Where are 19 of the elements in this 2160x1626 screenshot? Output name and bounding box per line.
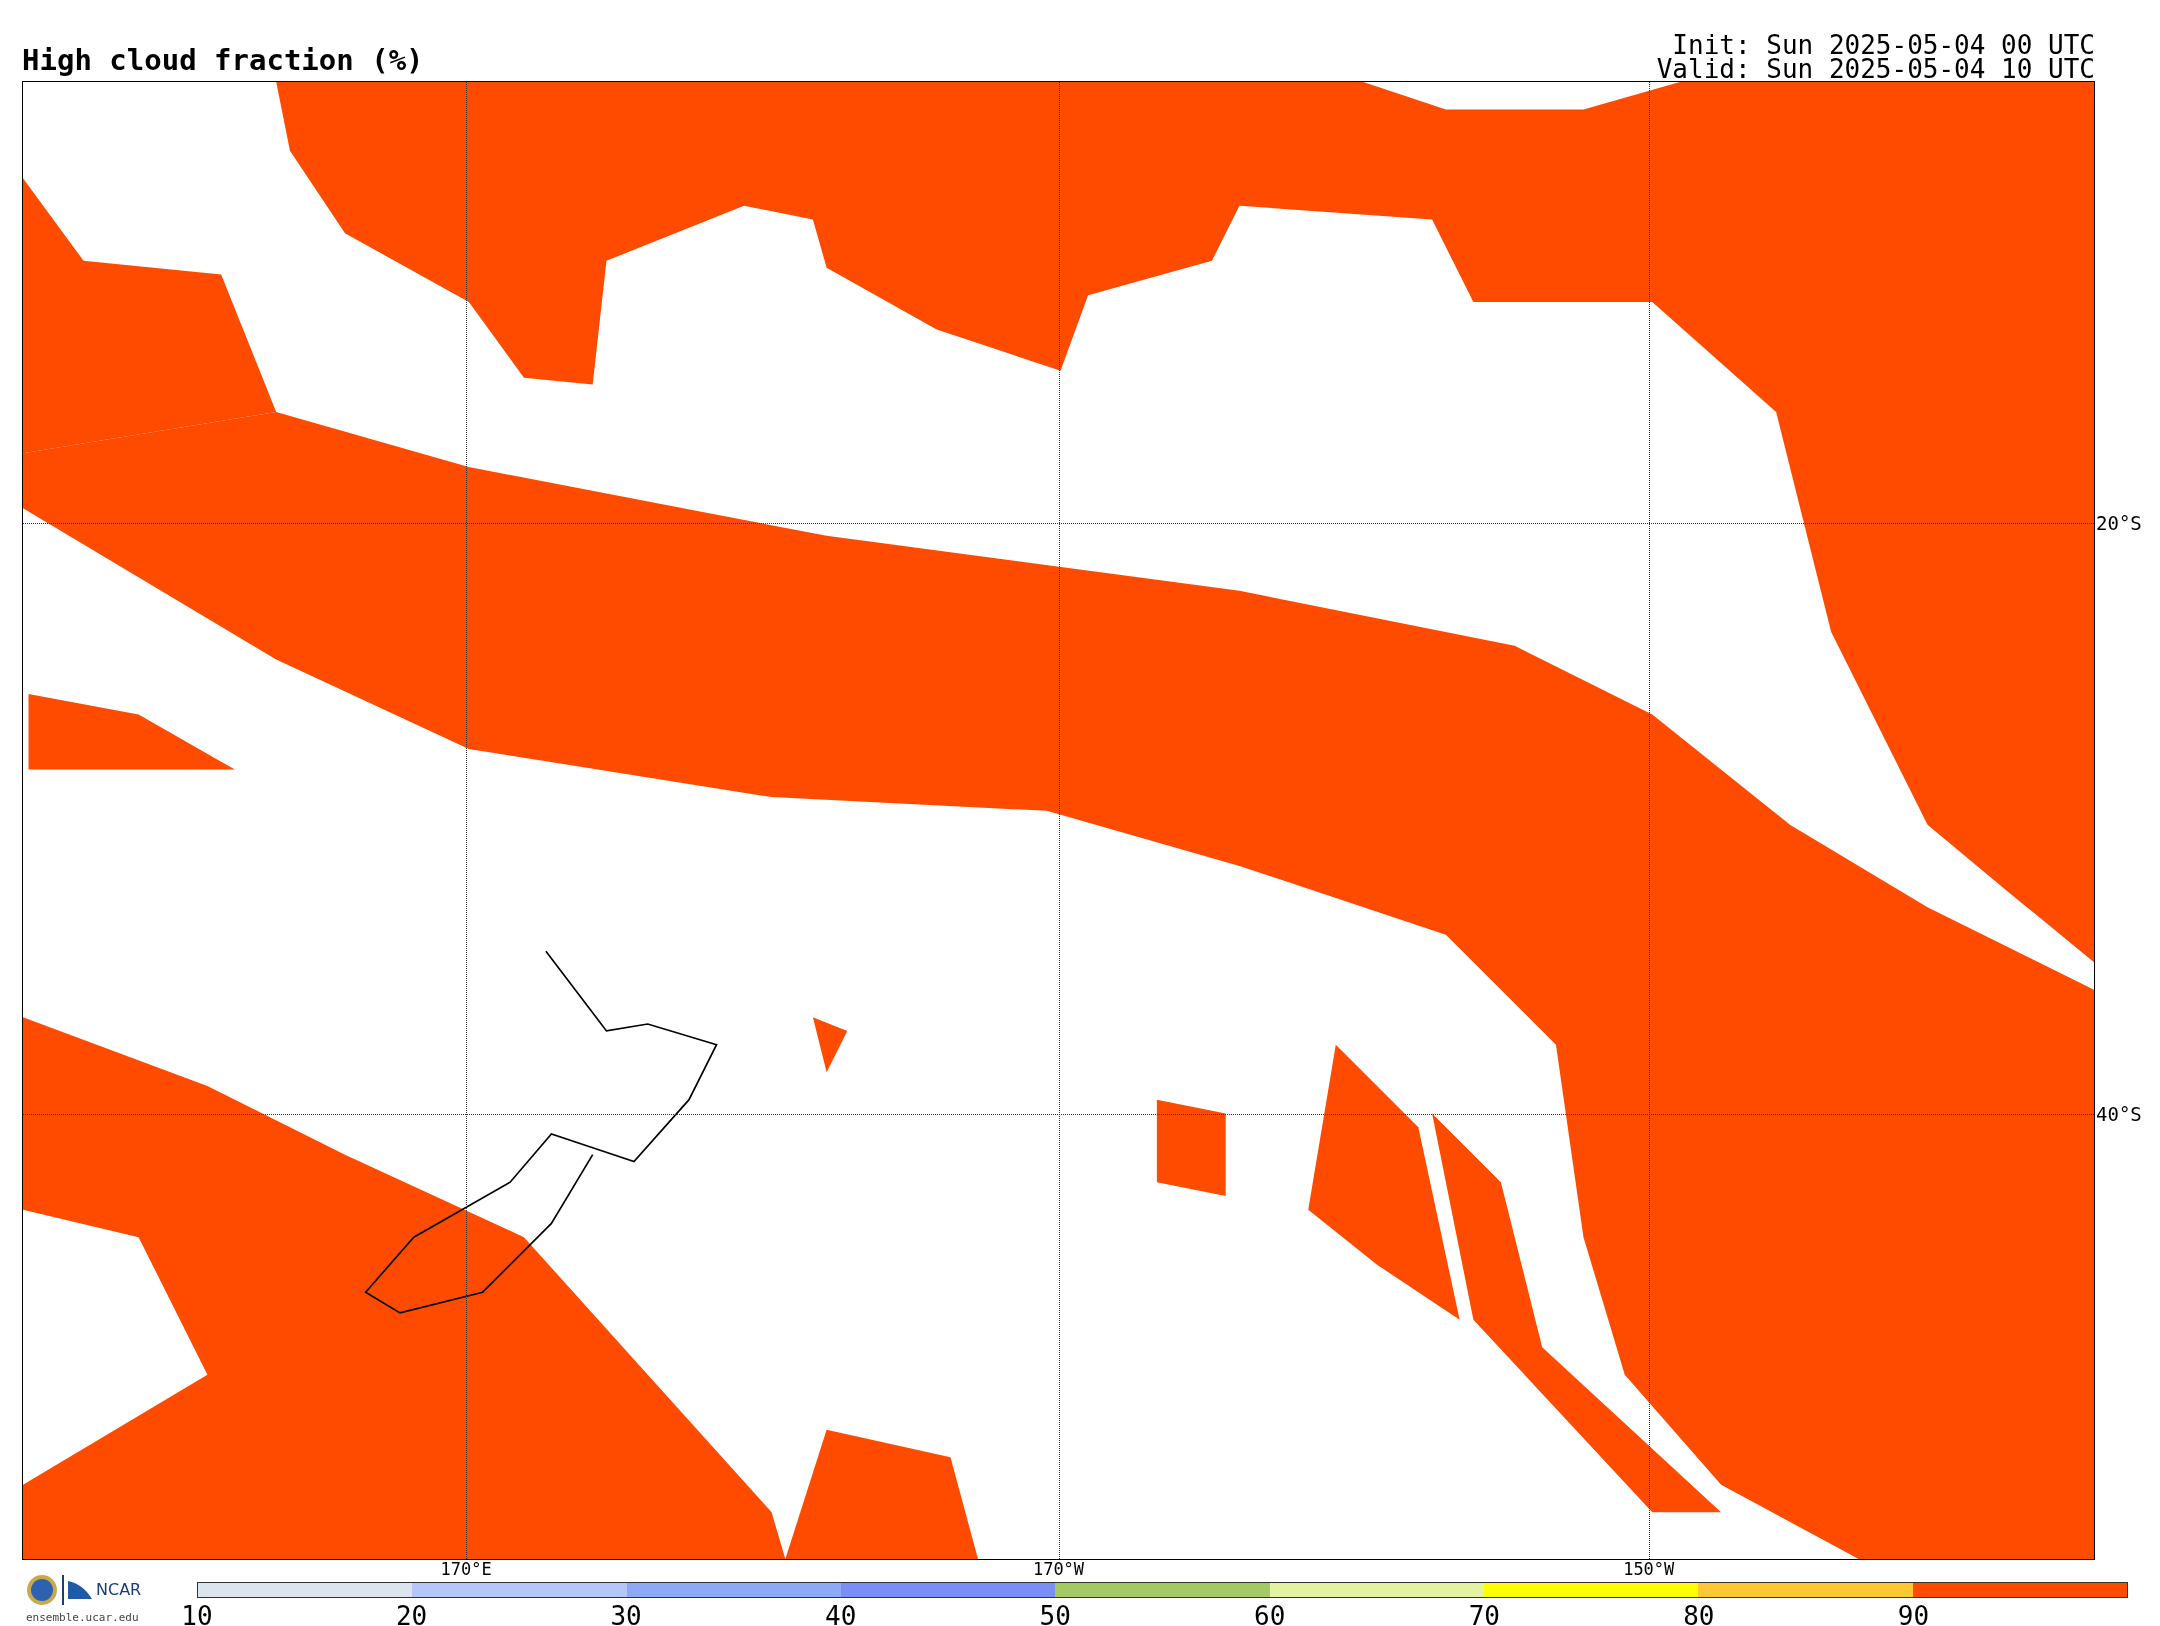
chart-title: High cloud fraction (%) <box>22 45 424 75</box>
init-time: Init: Sun 2025-05-04 00 UTC <box>1672 32 2095 57</box>
colorbar-label: 80 <box>1683 1602 1715 1626</box>
website-text: ensemble.ucar.edu <box>26 1609 140 1626</box>
divider-icon <box>62 1574 64 1605</box>
swoosh-logo-icon <box>68 1580 92 1599</box>
logo-text: NCAR <box>96 1581 142 1598</box>
valid-time: Valid: Sun 2025-05-04 10 UTC <box>1656 56 2095 81</box>
colorbar-label: 60 <box>1254 1602 1286 1626</box>
latitude-label: 40°S <box>2095 1104 2142 1124</box>
colorbar-label: 90 <box>1897 1602 1930 1626</box>
colorbar-label: 20 <box>395 1602 428 1626</box>
colorbar-label: 50 <box>1039 1602 1071 1626</box>
colorbar-label: 70 <box>1468 1602 1500 1626</box>
colorbar-label: 30 <box>610 1602 642 1626</box>
globe-logo-icon <box>26 1573 58 1606</box>
colorbar-label: 10 <box>181 1602 213 1626</box>
latitude-label: 20°S <box>2095 513 2142 533</box>
colorbar-label: 40 <box>825 1602 857 1626</box>
